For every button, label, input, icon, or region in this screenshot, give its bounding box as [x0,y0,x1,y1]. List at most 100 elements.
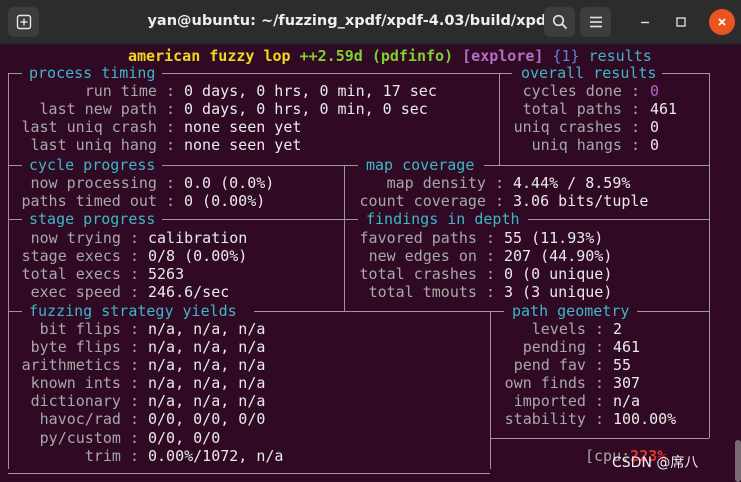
value-pend-fav: 55 [613,356,632,374]
label-last-uniq-crash: last uniq crash : [21,118,175,136]
section-cycle-progress: cycle progress [29,156,156,174]
border-line [8,73,22,74]
section-findings-in-depth: findings in depth [366,210,520,228]
value-uniq-hangs: 0 [650,136,660,154]
label-pend-fav: pend fav : [513,356,604,374]
label-arithmetics: arithmetics : [21,356,139,374]
value-map-density: 4.44% / 8.59% [513,174,631,192]
value-own-finds: 307 [613,374,641,392]
maximize-icon [676,17,686,27]
value-stability: 100.00% [613,410,677,428]
border-line [490,311,491,469]
label-last-uniq-hang: last uniq hang : [30,136,176,154]
afl-banner: american fuzzy lop ++2.59d (pdfinfo) [ex… [128,47,652,65]
minimize-icon [641,21,649,24]
maximize-button[interactable] [668,9,694,35]
value-favored-paths: 55 (11.93%) [504,229,604,247]
label-levels: levels : [531,320,604,338]
value-bit-flips: n/a, n/a, n/a [148,320,266,338]
label-stability: stability : [504,410,604,428]
border-line [8,473,490,474]
label-uniq-crashes: uniq crashes : [513,118,640,136]
label-map-density: map density : [386,174,504,192]
label-exec-speed: exec speed : [30,283,139,301]
value-pending: 461 [613,338,641,356]
close-icon [718,18,726,26]
label-byte-flips: byte flips : [30,338,139,356]
border-line [8,165,22,166]
label-py-custom: py/custom : [39,429,139,447]
label-count-coverage: count coverage : [359,192,505,210]
value-trim: 0.00%/1072, n/a [148,447,284,465]
section-fuzzing-strategy-yields: fuzzing strategy yields [29,302,237,320]
border-line [8,311,22,312]
border-line [162,219,358,220]
border-line [662,73,709,74]
label-now-trying: now trying : [30,229,139,247]
value-stage-execs: 0/8 (0.00%) [148,247,248,265]
section-stage-progress: stage progress [29,210,156,228]
border-line [8,219,22,220]
value-dictionary: n/a, n/a, n/a [148,392,266,410]
value-run-time: 0 days, 0 hrs, 0 min, 17 sec [184,82,437,100]
section-map-coverage: map coverage [366,156,475,174]
border-line [709,73,710,438]
label-favored-paths: favored paths : [359,229,495,247]
value-cycles-done: 0 [650,82,660,100]
new-tab-button[interactable] [8,7,39,37]
terminal-output: american fuzzy lop ++2.59d (pdfinfo) [ex… [0,45,741,482]
value-havoc-rad: 0/0, 0/0, 0/0 [148,410,266,428]
section-path-geometry: path geometry [512,302,630,320]
value-last-new-path: 0 days, 0 hrs, 0 min, 0 sec [184,100,428,118]
value-last-uniq-crash: none seen yet [184,118,302,136]
watermark: CSDN @席八 [612,455,699,471]
border-line [8,73,9,469]
label-bit-flips: bit flips : [39,320,139,338]
label-dictionary: dictionary : [30,392,139,410]
label-total-crashes: total crashes : [359,265,495,283]
close-button[interactable] [709,9,735,35]
label-new-edges-on: new edges on : [368,247,495,265]
search-button[interactable] [544,7,575,37]
value-byte-flips: n/a, n/a, n/a [148,338,266,356]
value-now-trying: calibration [148,229,248,247]
border-line [528,219,709,220]
label-total-execs: total execs : [21,265,139,283]
section-process-timing: process timing [29,64,156,82]
value-known-ints: n/a, n/a, n/a [148,374,266,392]
banner-results: results [588,47,652,65]
value-uniq-crashes: 0 [650,118,660,136]
menu-button[interactable] [580,7,611,37]
minimize-button[interactable] [632,9,658,35]
banner-target: (pdfinfo) [371,47,454,65]
window-titlebar: yan@ubuntu: ~/fuzzing_xpdf/xpdf-4.03/bui… [0,0,741,45]
value-now-processing: 0.0 (0.0%) [184,174,275,192]
value-levels: 2 [613,320,623,338]
border-line [637,311,709,312]
border-line [162,165,358,166]
value-exec-speed: 246.6/sec [148,283,230,301]
border-line [344,165,345,311]
label-pending: pending : [522,338,604,356]
border-line [254,311,504,312]
banner-mode: [explore] [462,47,544,65]
value-paths-timed-out: 0 (0.00%) [184,192,266,210]
value-count-coverage: 3.06 bits/tuple [513,192,649,210]
label-imported: imported : [513,392,604,410]
label-run-time: run time : [84,82,175,100]
new-tab-icon [16,14,31,30]
label-uniq-hangs: uniq hangs : [531,136,640,154]
banner-name: american fuzzy lop [128,47,291,65]
window-title: yan@ubuntu: ~/fuzzing_xpdf/xpdf-4.03/bui… [147,13,553,29]
value-last-uniq-hang: none seen yet [184,136,302,154]
label-known-ints: known ints : [30,374,139,392]
label-last-new-path: last new path : [39,100,175,118]
value-py-custom: 0/0, 0/0 [148,429,221,447]
value-total-execs: 5263 [148,265,185,283]
label-paths-timed-out: paths timed out : [21,192,175,210]
label-havoc-rad: havoc/rad : [39,410,139,428]
terminal-scrollbar[interactable] [735,440,741,482]
label-now-processing: now processing : [30,174,176,192]
label-total-paths: total paths : [522,100,640,118]
value-total-paths: 461 [650,100,678,118]
